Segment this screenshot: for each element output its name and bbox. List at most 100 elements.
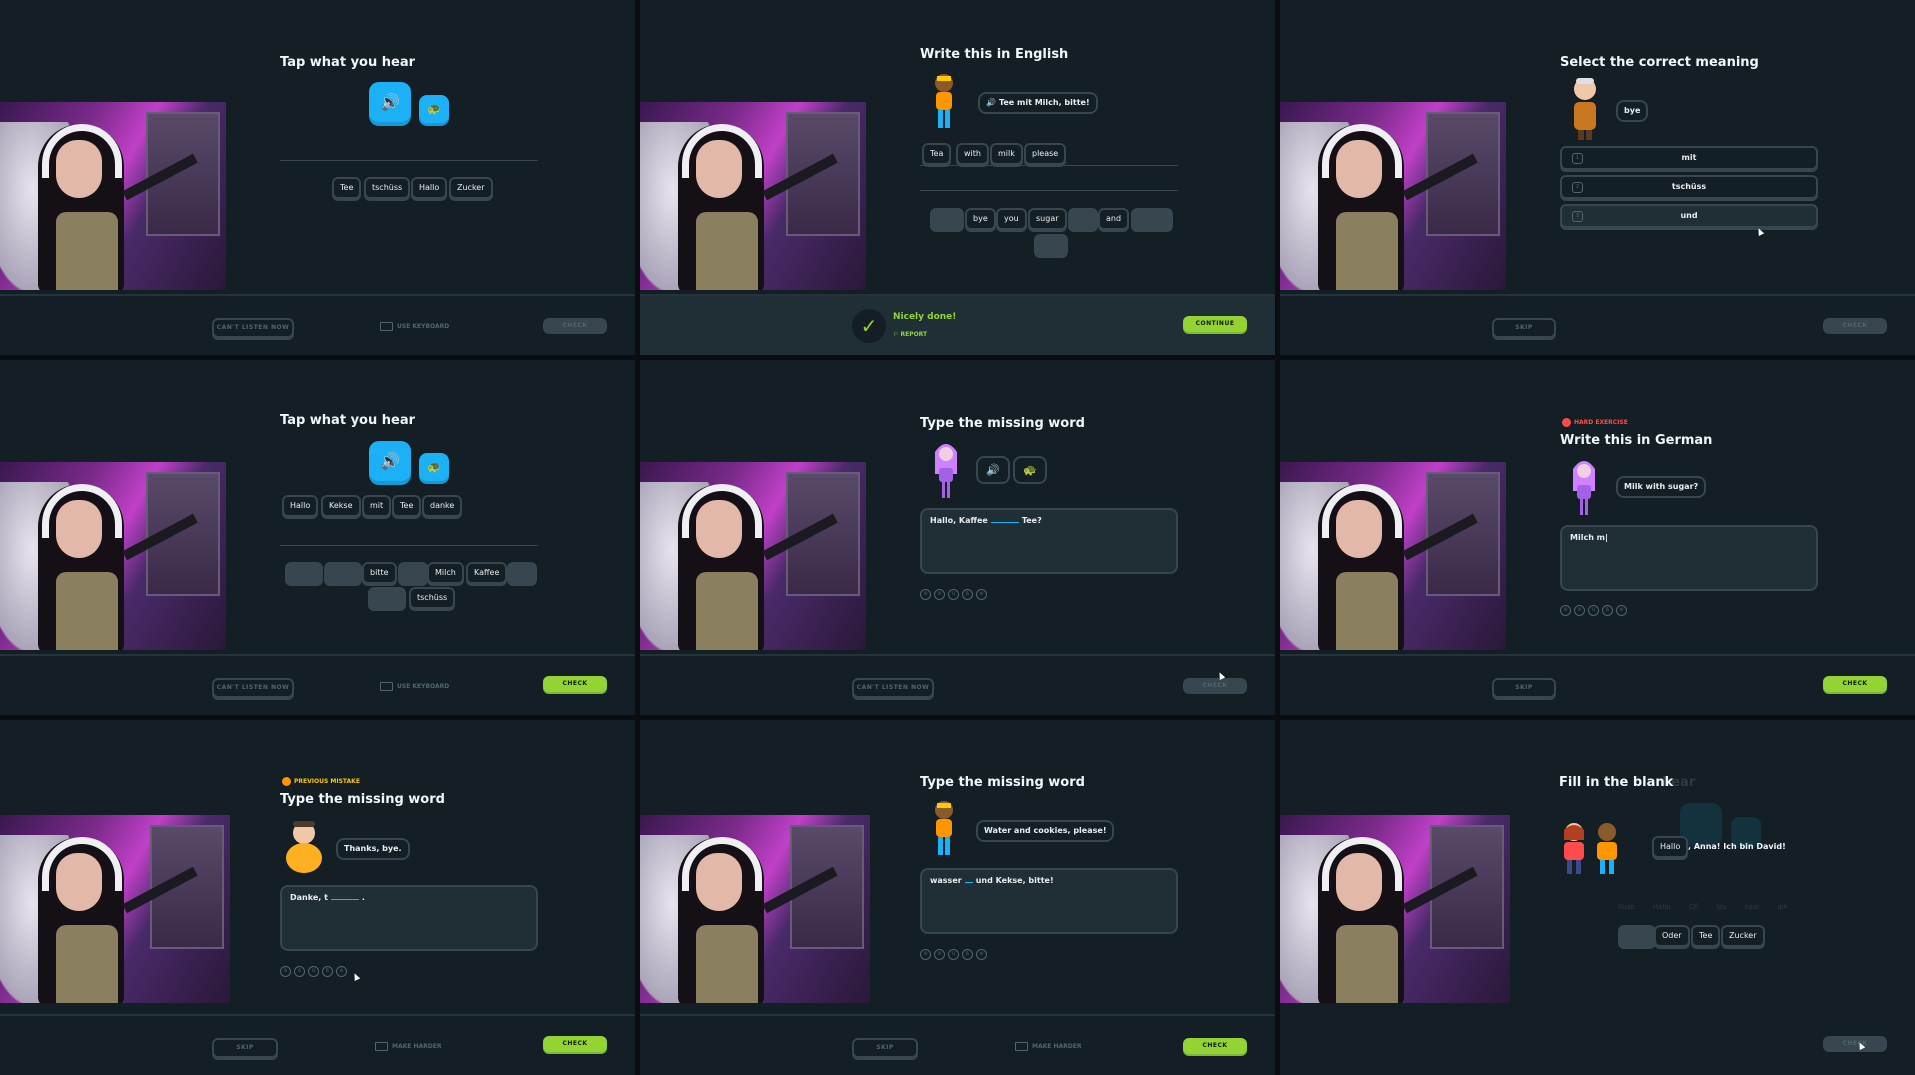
turtle-icon: 🐢 <box>1023 463 1037 477</box>
accent-keys[interactable]: äöüßé <box>920 580 990 600</box>
selected-word-chip[interactable]: Tee <box>392 495 422 517</box>
use-keyboard-button[interactable]: USE KEYBOARD <box>380 682 449 691</box>
answer-text-area[interactable]: wasser und Kekse, bitte! <box>920 868 1178 934</box>
footer: SKIP CHECK <box>1280 294 1915 355</box>
check-button[interactable]: CHECK <box>1183 1038 1247 1054</box>
word-chip[interactable]: Tee <box>1691 925 1721 947</box>
accent-keys[interactable]: äöüßé <box>280 957 350 977</box>
ghost-speaker-slow <box>1731 817 1761 845</box>
word-slot-empty <box>507 562 537 584</box>
play-slow-audio-button[interactable]: 🐢 <box>419 95 449 123</box>
check-button[interactable]: CHECK <box>1823 676 1887 692</box>
mistake-icon <box>282 777 291 786</box>
selected-word-chip[interactable]: Hallo <box>1652 836 1689 858</box>
word-chip[interactable]: sugar <box>1028 208 1067 230</box>
character-avatar <box>1570 455 1598 521</box>
word-chip[interactable]: tschüss <box>409 587 456 609</box>
selected-word-chip[interactable]: with <box>956 143 989 165</box>
blank-input[interactable] <box>964 882 973 883</box>
exercise-title: Write this in German <box>1560 433 1713 448</box>
play-audio-button[interactable]: 🔊 <box>369 441 411 481</box>
word-slot-empty <box>1034 234 1068 256</box>
word-chip[interactable]: bitte <box>362 562 397 584</box>
selected-word-chip[interactable]: please <box>1024 143 1067 165</box>
cant-listen-button[interactable]: CAN'T LISTEN NOW <box>852 678 934 698</box>
word-chip[interactable]: Zucker <box>449 177 493 199</box>
answer-text-area[interactable]: Milch m| <box>1560 525 1818 591</box>
word-chip[interactable]: Kaffee <box>466 562 508 584</box>
cant-listen-button[interactable]: CAN'T LISTEN NOW <box>212 318 294 338</box>
play-audio-button[interactable]: 🔊 <box>369 82 411 122</box>
option-3[interactable]: 3 und <box>1560 204 1818 228</box>
panel-write-in-english: Write this in English 🔊 Tee mit Milch, bi… <box>640 0 1275 355</box>
selected-word-chip[interactable]: milk <box>990 143 1023 165</box>
cant-listen-button[interactable]: CAN'T LISTEN NOW <box>212 678 294 698</box>
check-button[interactable]: CHECK <box>543 1036 607 1052</box>
skip-button[interactable]: SKIP <box>852 1038 918 1058</box>
answer-line <box>280 160 538 161</box>
word-slot-empty <box>285 562 323 584</box>
word-chip[interactable]: bye <box>965 208 996 230</box>
play-slow-audio-button[interactable]: 🐢 <box>1013 456 1047 484</box>
answer-line <box>920 165 1178 166</box>
word-slot-empty <box>1618 925 1656 947</box>
skip-button[interactable]: SKIP <box>212 1038 278 1058</box>
answer-line <box>280 545 538 546</box>
word-chip[interactable]: Tee <box>332 177 362 199</box>
character-avatar <box>284 818 324 878</box>
option-2[interactable]: 2 tschüss <box>1560 175 1818 199</box>
selected-word-chip[interactable]: Kekse <box>321 495 361 517</box>
check-button[interactable]: CHECK <box>543 676 607 692</box>
answer-line <box>920 190 1178 191</box>
webcam-feed <box>640 462 866 650</box>
keyboard-icon <box>1015 1042 1028 1051</box>
word-slot-empty <box>324 562 362 584</box>
make-harder-button[interactable]: MAKE HARDER <box>1015 1042 1081 1051</box>
skip-button[interactable]: SKIP <box>1492 318 1556 338</box>
check-button[interactable]: CHECK <box>543 318 607 334</box>
accent-keys[interactable]: äöüßé <box>920 940 990 960</box>
character-avatar <box>1568 76 1602 146</box>
panel-tap-what-you-hear-1: Tap what you hear 🔊 🐢 Tee tschüss Hallo … <box>0 0 635 355</box>
sentence-text: , Anna! Ich bin David! <box>1688 842 1786 851</box>
blank-input[interactable] <box>990 522 1019 523</box>
word-chip[interactable]: Oder <box>1654 925 1690 947</box>
blank-input[interactable] <box>330 899 359 900</box>
make-harder-button[interactable]: MAKE HARDER <box>375 1042 441 1051</box>
answer-text-area[interactable]: Hallo, Kaffee Tee? <box>920 508 1178 574</box>
speaker-icon[interactable]: 🔊 <box>986 98 996 107</box>
selected-word-chip[interactable]: Hallo <box>282 495 319 517</box>
skip-button[interactable]: SKIP <box>1492 678 1556 698</box>
option-1[interactable]: 1 mit <box>1560 146 1818 170</box>
footer-success: ✓ Nicely done! ⚐ REPORT CONTINUE <box>640 294 1275 355</box>
report-button[interactable]: ⚐ REPORT <box>893 331 927 338</box>
word-chip[interactable]: Zucker <box>1721 925 1765 947</box>
use-keyboard-button[interactable]: USE KEYBOARD <box>380 322 449 331</box>
exercise-title: Select the correct meaning <box>1560 55 1759 70</box>
selected-word-chip[interactable]: danke <box>422 495 463 517</box>
check-button[interactable]: CHECK <box>1183 678 1247 694</box>
hard-icon <box>1562 418 1571 427</box>
play-audio-button[interactable]: 🔊 <box>976 456 1010 484</box>
selected-word-chip[interactable]: mit <box>362 495 392 517</box>
accent-keys[interactable]: äöüßé <box>1560 596 1630 616</box>
play-slow-audio-button[interactable]: 🐢 <box>419 453 449 481</box>
word-chip[interactable]: tschüss <box>364 177 411 199</box>
panel-fill-in-blank: Fill in the blank hear Hallo , Anna! Ich… <box>1280 720 1915 1075</box>
word-chip[interactable]: you <box>996 208 1027 230</box>
answer-text-area[interactable]: Danke, t. <box>280 885 538 951</box>
selected-word-chip[interactable]: Tea <box>922 143 952 165</box>
continue-button[interactable]: CONTINUE <box>1183 316 1247 332</box>
word-chip[interactable]: and <box>1098 208 1130 230</box>
speech-bubble: Thanks, bye. <box>336 838 410 860</box>
footer: SKIP MAKE HARDER CHECK <box>640 1014 1275 1075</box>
word-slot-empty <box>1068 208 1098 230</box>
webcam-feed <box>0 815 230 1003</box>
footer: SKIP MAKE HARDER CHECK <box>0 1014 635 1075</box>
check-button[interactable]: CHECK <box>1823 318 1887 334</box>
check-button[interactable]: CHECK <box>1823 1036 1887 1052</box>
panel-select-meaning: Select the correct meaning bye 1 mit 2 tsc… <box>1280 0 1915 355</box>
word-chip[interactable]: Milch <box>427 562 464 584</box>
word-chip[interactable]: Hallo <box>411 177 448 199</box>
panel-write-in-german: HARD EXERCISE Write this in German Milk … <box>1280 360 1915 715</box>
